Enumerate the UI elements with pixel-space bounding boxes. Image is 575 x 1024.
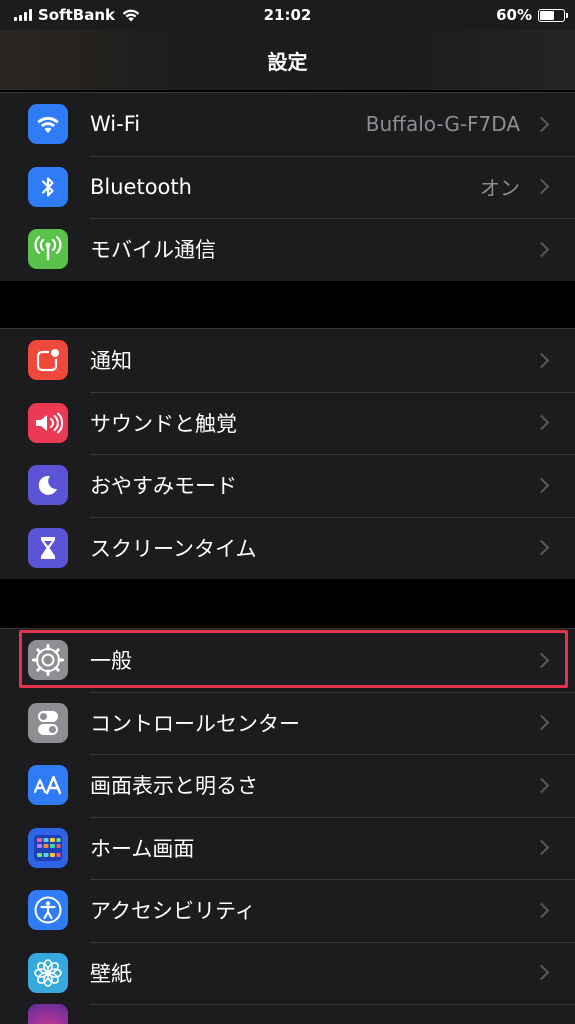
settings-group-notifications: 通知 サウンドと触覚 おやすみモード スクリーンタイム xyxy=(0,329,575,579)
settings-row-label: Wi-Fi xyxy=(90,112,141,137)
settings-row-screen-time[interactable]: スクリーンタイム xyxy=(0,516,575,580)
settings-row-home-screen[interactable]: ホーム画面 xyxy=(0,816,575,880)
chevron-right-icon xyxy=(533,116,550,133)
settings-row-accessibility[interactable]: アクセシビリティ xyxy=(0,879,575,942)
battery-icon xyxy=(538,8,568,22)
settings-row-value: Buffalo-G-F7DA xyxy=(365,112,520,137)
settings-row-label: モバイル通信 xyxy=(90,238,216,263)
chevron-right-icon xyxy=(533,477,550,494)
chevron-right-icon xyxy=(533,902,550,919)
flower-icon xyxy=(28,952,68,993)
settings-row-label: 壁紙 xyxy=(90,961,132,986)
settings-row-label: Bluetooth xyxy=(90,174,192,199)
chevron-right-icon xyxy=(533,178,550,195)
carrier-name: SoftBank xyxy=(38,6,116,24)
settings-row-label: アクセシビリティ xyxy=(90,899,256,924)
settings-row-mobile-data[interactable]: モバイル通信 xyxy=(0,218,575,281)
settings-row-label: 一般 xyxy=(90,649,132,674)
text-size-icon xyxy=(28,765,68,806)
status-bar-left: SoftBank xyxy=(14,6,141,24)
moon-icon xyxy=(28,465,68,506)
wifi-icon xyxy=(28,104,68,145)
signal-icon xyxy=(14,9,32,21)
hourglass-icon xyxy=(28,527,68,568)
settings-row-label: ホーム画面 xyxy=(90,836,195,861)
settings-row-label: コントロールセンター xyxy=(90,711,300,736)
page-title: 設定 xyxy=(267,49,308,74)
settings-row-wallpaper[interactable]: 壁紙 xyxy=(0,941,575,1005)
speaker-icon xyxy=(28,402,68,443)
settings-row-value: オン xyxy=(480,176,520,201)
settings-row-label: スクリーンタイム xyxy=(90,536,257,561)
settings-row-notifications[interactable]: 通知 xyxy=(0,329,575,392)
status-bar-right: 60% xyxy=(496,6,568,24)
bluetooth-icon xyxy=(28,166,68,207)
settings-group-general: 一般 コントロールセンター 画面表示と明るさ ホーム画面 アクセシビリティ 壁紙 xyxy=(0,629,575,1024)
settings-row-bluetooth[interactable]: Bluetooth オン xyxy=(0,155,575,219)
chevron-right-icon xyxy=(533,414,550,431)
gear-icon xyxy=(28,640,68,681)
chevron-right-icon xyxy=(533,539,550,556)
battery-percent: 60% xyxy=(496,6,532,24)
antenna-icon xyxy=(28,229,68,270)
settings-row-label: おやすみモード xyxy=(90,474,237,499)
battery-fill xyxy=(540,10,554,20)
chevron-right-icon xyxy=(533,964,550,981)
accessibility-icon xyxy=(28,890,68,931)
settings-row-display[interactable]: 画面表示と明るさ xyxy=(0,754,575,817)
settings-row-label: 画面表示と明るさ xyxy=(90,774,258,799)
settings-row-control-center[interactable]: コントロールセンター xyxy=(0,691,575,755)
settings-row-sounds[interactable]: サウンドと触覚 xyxy=(0,391,575,455)
chevron-right-icon xyxy=(533,777,550,794)
chevron-right-icon xyxy=(533,241,550,258)
settings-row-label: 通知 xyxy=(90,349,132,374)
settings-group-connectivity: Wi-Fi Buffalo-G-F7DA Bluetooth オン モバイル通信 xyxy=(0,93,575,281)
siri-icon xyxy=(28,1004,68,1024)
navigation-bar: 設定 xyxy=(0,30,575,90)
chevron-right-icon xyxy=(533,714,550,731)
home-grid-icon xyxy=(28,827,68,868)
settings-row-general[interactable]: 一般 xyxy=(0,629,575,692)
chevron-right-icon xyxy=(533,652,550,669)
status-bar: SoftBank 21:02 60% xyxy=(0,0,575,30)
notifications-icon xyxy=(28,340,68,381)
chevron-right-icon xyxy=(533,839,550,856)
toggles-icon xyxy=(28,702,68,743)
settings-row-do-not-disturb[interactable]: おやすみモード xyxy=(0,454,575,517)
chevron-right-icon xyxy=(533,352,550,369)
wifi-icon xyxy=(122,9,140,22)
settings-row-label: サウンドと触覚 xyxy=(90,411,237,436)
settings-row-wifi[interactable]: Wi-Fi Buffalo-G-F7DA xyxy=(0,93,575,156)
settings-row-partial[interactable] xyxy=(0,1004,575,1024)
